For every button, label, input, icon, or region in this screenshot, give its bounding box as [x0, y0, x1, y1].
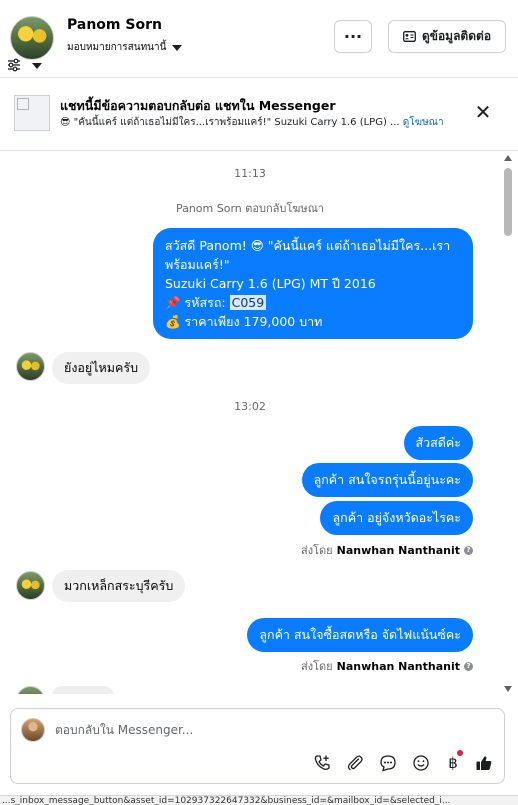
ad-message-line: พร้อมแคร์!" — [165, 257, 230, 272]
info-icon[interactable]: ? — [464, 661, 473, 671]
message-composer: ฿ — [10, 708, 505, 784]
contact-avatar[interactable] — [10, 16, 54, 60]
agent-avatar — [21, 718, 45, 742]
info-icon[interactable]: ? — [464, 545, 473, 555]
baht-symbol: ฿ — [448, 754, 458, 772]
scroll-down-arrow-icon[interactable] — [504, 686, 512, 692]
ad-reply-banner: แชทนี้มีข้อความตอบกลับต่อ แชทใน Messenge… — [0, 79, 518, 151]
thumbs-up-icon[interactable] — [474, 753, 494, 773]
sent-by-prefix: ส่งโดย — [301, 660, 333, 673]
assign-label: มอบหมายการสนทนานี้ — [67, 42, 167, 53]
emoji-icon[interactable] — [411, 753, 431, 773]
sunglasses-emoji: 😎 — [60, 117, 71, 128]
more-icon: ··· — [343, 27, 363, 46]
contact-avatar-small[interactable] — [16, 686, 45, 694]
notification-dot — [457, 750, 463, 756]
reply-input[interactable] — [55, 720, 475, 740]
ad-thumbnail-image[interactable] — [14, 95, 50, 131]
ad-message-line: 💰 ราคาเพียง 179,000 บาท — [165, 314, 323, 329]
sender-name: Nanwhan Nanthanit — [336, 659, 460, 673]
scrollbar-thumb[interactable] — [504, 168, 512, 236]
filter-chevron-down-icon[interactable] — [32, 63, 42, 69]
car-code: C059 — [229, 295, 267, 310]
scroll-up-arrow-icon[interactable] — [504, 155, 512, 161]
contact-avatar-small[interactable] — [16, 352, 45, 381]
incoming-message-partial[interactable] — [52, 686, 114, 694]
filter-icon[interactable] — [7, 58, 21, 72]
incoming-message[interactable]: ยังอยู่ไหมครับ — [52, 352, 151, 384]
timestamp: 11:13 — [234, 167, 266, 180]
pin-label: 📌 รหัสรถ: — [165, 295, 230, 310]
view-contact-info-button[interactable]: ดูข้อมูลติดต่อ — [388, 20, 506, 53]
outgoing-ad-message[interactable]: สวัสดี Panom! 😎 "คันนี้แคร์ แต่ถ้าเธอไม่… — [153, 228, 473, 339]
saved-replies-icon[interactable] — [378, 753, 398, 773]
incoming-message[interactable]: มวกเหล็กสระบุรีครับ — [52, 570, 186, 602]
conversation-header: Panom Sorn มอบหมายการสนทนานี้ ··· ดูข้อม… — [0, 0, 518, 78]
view-ad-link[interactable]: ดูโฆษณา — [403, 117, 444, 128]
baht-payment-icon[interactable]: ฿ — [443, 750, 463, 773]
message-thread[interactable]: 11:13 Panom Sorn ตอบกลับโฆษณา สวัสดี Pan… — [0, 152, 500, 694]
outgoing-message[interactable]: ลูกค้า อยู่จังหวัดอะไรคะ — [320, 501, 473, 535]
call-add-icon[interactable] — [312, 753, 332, 773]
ad-message-line: Suzuki Carry 1.6 (LPG) MT ปี 2016 — [165, 276, 376, 291]
ad-message-line: สวัสดี Panom! 😎 "คันนี้แคร์ แต่ถ้าเธอไม่… — [165, 238, 451, 253]
assign-conversation-dropdown[interactable]: มอบหมายการสนทนานี้ — [67, 40, 183, 55]
sender-name: Nanwhan Nanthanit — [336, 543, 460, 557]
sent-by-prefix: ส่งโดย — [301, 544, 333, 557]
banner-title: แชทนี้มีข้อความตอบกลับต่อ แชทใน Messenge… — [60, 98, 336, 113]
timestamp: 13:02 — [234, 400, 266, 413]
contact-name[interactable]: Panom Sorn — [67, 17, 162, 33]
chevron-down-icon — [172, 44, 183, 51]
sent-by-label: ส่งโดย Nanwhan Nanthanit ? — [301, 541, 473, 559]
ad-reply-meta: Panom Sorn ตอบกลับโฆษณา — [175, 202, 325, 215]
sent-by-label: ส่งโดย Nanwhan Nanthanit ? — [301, 657, 473, 675]
contact-card-icon — [403, 31, 416, 42]
close-icon: ✕ — [474, 100, 492, 124]
banner-subtitle: 😎 "คันนี้แคร์ แต่ถ้าเธอไม่มีใคร...เราพร้… — [60, 115, 444, 130]
ad-text-preview: "คันนี้แคร์ แต่ถ้าเธอไม่มีใคร...เราพร้อม… — [73, 117, 400, 128]
contact-avatar-small[interactable] — [16, 571, 45, 600]
close-banner-button[interactable]: ✕ — [472, 101, 494, 123]
outgoing-message[interactable]: ลูกค้า สนใจซื้อสดหรือ จัดไฟแน้นซ์คะ — [247, 618, 473, 652]
more-options-button[interactable]: ··· — [334, 20, 372, 53]
attachment-icon[interactable] — [345, 753, 365, 773]
outgoing-message[interactable]: สัวสดีค่ะ — [403, 426, 473, 460]
view-contact-info-label: ดูข้อมูลติดต่อ — [421, 29, 492, 43]
browser-status-bar: ...s_inbox_message_button&asset_id=10293… — [0, 795, 518, 805]
ad-message-code-line: 📌 รหัสรถ: C059 — [165, 293, 461, 312]
outgoing-message[interactable]: ลูกค้า สนใจรถรุ่นนี้อยู่นะคะ — [301, 463, 473, 497]
